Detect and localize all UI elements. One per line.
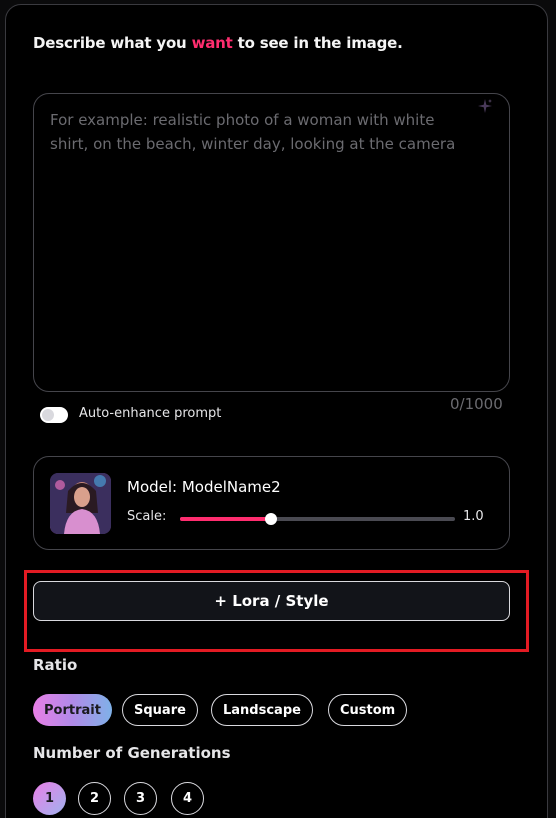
model-thumbnail	[50, 473, 111, 534]
ratio-option-square[interactable]: Square	[122, 694, 198, 726]
ratio-option-custom[interactable]: Custom	[328, 694, 408, 726]
scale-label: Scale:	[127, 509, 167, 524]
ratio-option-portrait[interactable]: Portrait	[33, 694, 112, 726]
scale-slider[interactable]	[180, 513, 455, 525]
scale-value: 1.0	[463, 509, 484, 524]
generations-option-4[interactable]: 4	[171, 782, 204, 815]
add-lora-style-button[interactable]: + Lora / Style	[33, 581, 510, 621]
prompt-input[interactable]	[50, 108, 470, 368]
ratio-option-landscape[interactable]: Landscape	[211, 694, 313, 726]
model-name: Model: ModelName2	[127, 478, 281, 496]
sparkle-icon[interactable]	[477, 98, 493, 114]
scale-slider-fill	[180, 517, 271, 521]
character-counter: 0/1000	[450, 395, 503, 413]
heading-text-end: to see in the image.	[232, 34, 403, 52]
prompt-box	[33, 93, 510, 392]
auto-enhance-label: Auto-enhance prompt	[79, 406, 222, 421]
ratio-title: Ratio	[33, 656, 78, 674]
auto-enhance-toggle[interactable]	[40, 407, 68, 423]
generations-option-1[interactable]: 1	[33, 782, 66, 815]
model-card[interactable]: Model: ModelName2 Scale: 1.0	[33, 456, 510, 550]
prompt-heading: Describe what you want to see in the ima…	[33, 34, 403, 52]
generations-option-2[interactable]: 2	[78, 782, 111, 815]
heading-text-start: Describe what you	[33, 34, 192, 52]
generations-option-3[interactable]: 3	[124, 782, 157, 815]
generations-title: Number of Generations	[33, 744, 231, 762]
heading-accent-word: want	[191, 34, 233, 52]
scale-slider-thumb[interactable]	[264, 513, 277, 525]
